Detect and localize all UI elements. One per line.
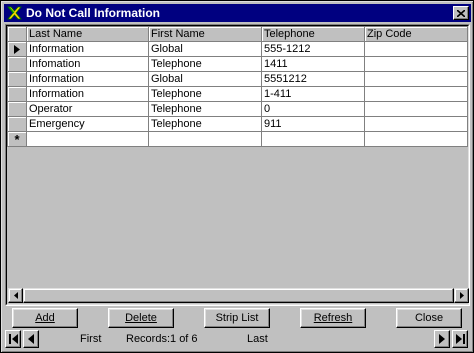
cell-zip-code[interactable] xyxy=(364,41,468,57)
refresh-button[interactable]: Refresh xyxy=(300,308,366,328)
last-record-button[interactable] xyxy=(452,330,468,348)
corner-header[interactable] xyxy=(7,26,27,42)
cell-telephone[interactable]: 1-411 xyxy=(261,86,365,102)
close-window-button[interactable] xyxy=(453,6,469,20)
data-table: Last Name First Name Telephone Zip Code xyxy=(7,26,468,147)
first-record-button[interactable] xyxy=(5,330,21,348)
row-selector[interactable] xyxy=(7,56,27,72)
strip-list-button[interactable]: Strip List xyxy=(204,308,270,328)
cell-telephone[interactable] xyxy=(261,131,365,147)
cell-first-name[interactable]: Global xyxy=(148,71,262,87)
main-window: Do Not Call Information Last Name First … xyxy=(0,0,474,353)
add-button[interactable]: Add xyxy=(12,308,78,328)
row-selector[interactable]: * xyxy=(7,131,27,147)
row-selector[interactable] xyxy=(7,86,27,102)
cell-last-name[interactable]: Infomation xyxy=(26,56,149,72)
row-selector[interactable] xyxy=(7,101,27,117)
cell-zip-code[interactable] xyxy=(364,101,468,117)
cell-first-name[interactable]: Telephone xyxy=(148,86,262,102)
cell-last-name[interactable]: Information xyxy=(26,71,149,87)
scroll-track[interactable] xyxy=(23,288,454,303)
table-row[interactable]: Emergency Telephone 911 xyxy=(7,116,468,132)
scroll-right-button[interactable] xyxy=(454,288,469,303)
record-navigator: First Records:1 of 6 Last xyxy=(4,329,471,349)
records-grid[interactable]: Last Name First Name Telephone Zip Code xyxy=(5,24,470,306)
column-header-zip-code[interactable]: Zip Code xyxy=(364,26,468,42)
delete-button[interactable]: Delete xyxy=(108,308,174,328)
table-row[interactable]: Information Global 5551212 xyxy=(7,71,468,87)
column-header-first-name[interactable]: First Name xyxy=(148,26,262,42)
cell-telephone[interactable]: 911 xyxy=(261,116,365,132)
title-bar[interactable]: Do Not Call Information xyxy=(4,4,471,22)
new-record-row[interactable]: * xyxy=(7,131,468,147)
header-row: Last Name First Name Telephone Zip Code xyxy=(7,26,468,42)
cell-last-name[interactable]: Emergency xyxy=(26,116,149,132)
cell-last-name[interactable]: Information xyxy=(26,41,149,57)
scroll-left-button[interactable] xyxy=(8,288,23,303)
cell-zip-code[interactable] xyxy=(364,56,468,72)
arrow-right-icon xyxy=(459,292,464,299)
arrow-left-icon xyxy=(28,334,34,344)
cell-first-name[interactable]: Telephone xyxy=(148,56,262,72)
last-record-icon xyxy=(455,334,465,344)
cell-telephone[interactable]: 555-1212 xyxy=(261,41,365,57)
next-record-button[interactable] xyxy=(434,330,450,348)
table-row[interactable]: Operator Telephone 0 xyxy=(7,101,468,117)
cell-zip-code[interactable] xyxy=(364,71,468,87)
cell-first-name[interactable] xyxy=(148,131,262,147)
cell-last-name[interactable]: Operator xyxy=(26,101,149,117)
records-status: Records:1 of 6 xyxy=(126,333,198,345)
cell-telephone[interactable]: 5551212 xyxy=(261,71,365,87)
row-selector[interactable] xyxy=(7,41,27,57)
arrow-right-icon xyxy=(439,334,445,344)
asterisk-icon: * xyxy=(14,131,20,147)
cell-telephone[interactable]: 0 xyxy=(261,101,365,117)
arrow-left-icon xyxy=(13,292,18,299)
cell-first-name[interactable]: Telephone xyxy=(148,116,262,132)
row-selector[interactable] xyxy=(7,71,27,87)
cell-telephone[interactable]: 1411 xyxy=(261,56,365,72)
first-label: First xyxy=(80,333,102,345)
cell-first-name[interactable]: Global xyxy=(148,41,262,57)
x-app-icon xyxy=(7,6,22,20)
horizontal-scrollbar[interactable] xyxy=(8,288,469,303)
row-selector[interactable] xyxy=(7,116,27,132)
last-label: Last xyxy=(247,333,268,345)
triangle-right-icon xyxy=(14,44,20,54)
table-row[interactable]: Information Global 555-1212 xyxy=(7,41,468,57)
scroll-thumb[interactable] xyxy=(23,288,454,303)
column-header-last-name[interactable]: Last Name xyxy=(26,26,149,42)
previous-record-button[interactable] xyxy=(23,330,39,348)
cell-last-name[interactable]: Information xyxy=(26,86,149,102)
close-button[interactable]: Close xyxy=(396,308,462,328)
cell-first-name[interactable]: Telephone xyxy=(148,101,262,117)
cell-zip-code[interactable] xyxy=(364,86,468,102)
cell-zip-code[interactable] xyxy=(364,131,468,147)
button-row: Add Delete Strip List Refresh Close xyxy=(1,308,474,328)
window-title: Do Not Call Information xyxy=(26,6,160,20)
table-row[interactable]: Information Telephone 1-411 xyxy=(7,86,468,102)
cell-zip-code[interactable] xyxy=(364,116,468,132)
column-header-telephone[interactable]: Telephone xyxy=(261,26,365,42)
close-icon xyxy=(457,9,465,17)
cell-last-name[interactable] xyxy=(26,131,149,147)
first-record-icon xyxy=(8,334,18,344)
table-row[interactable]: Infomation Telephone 1411 xyxy=(7,56,468,72)
